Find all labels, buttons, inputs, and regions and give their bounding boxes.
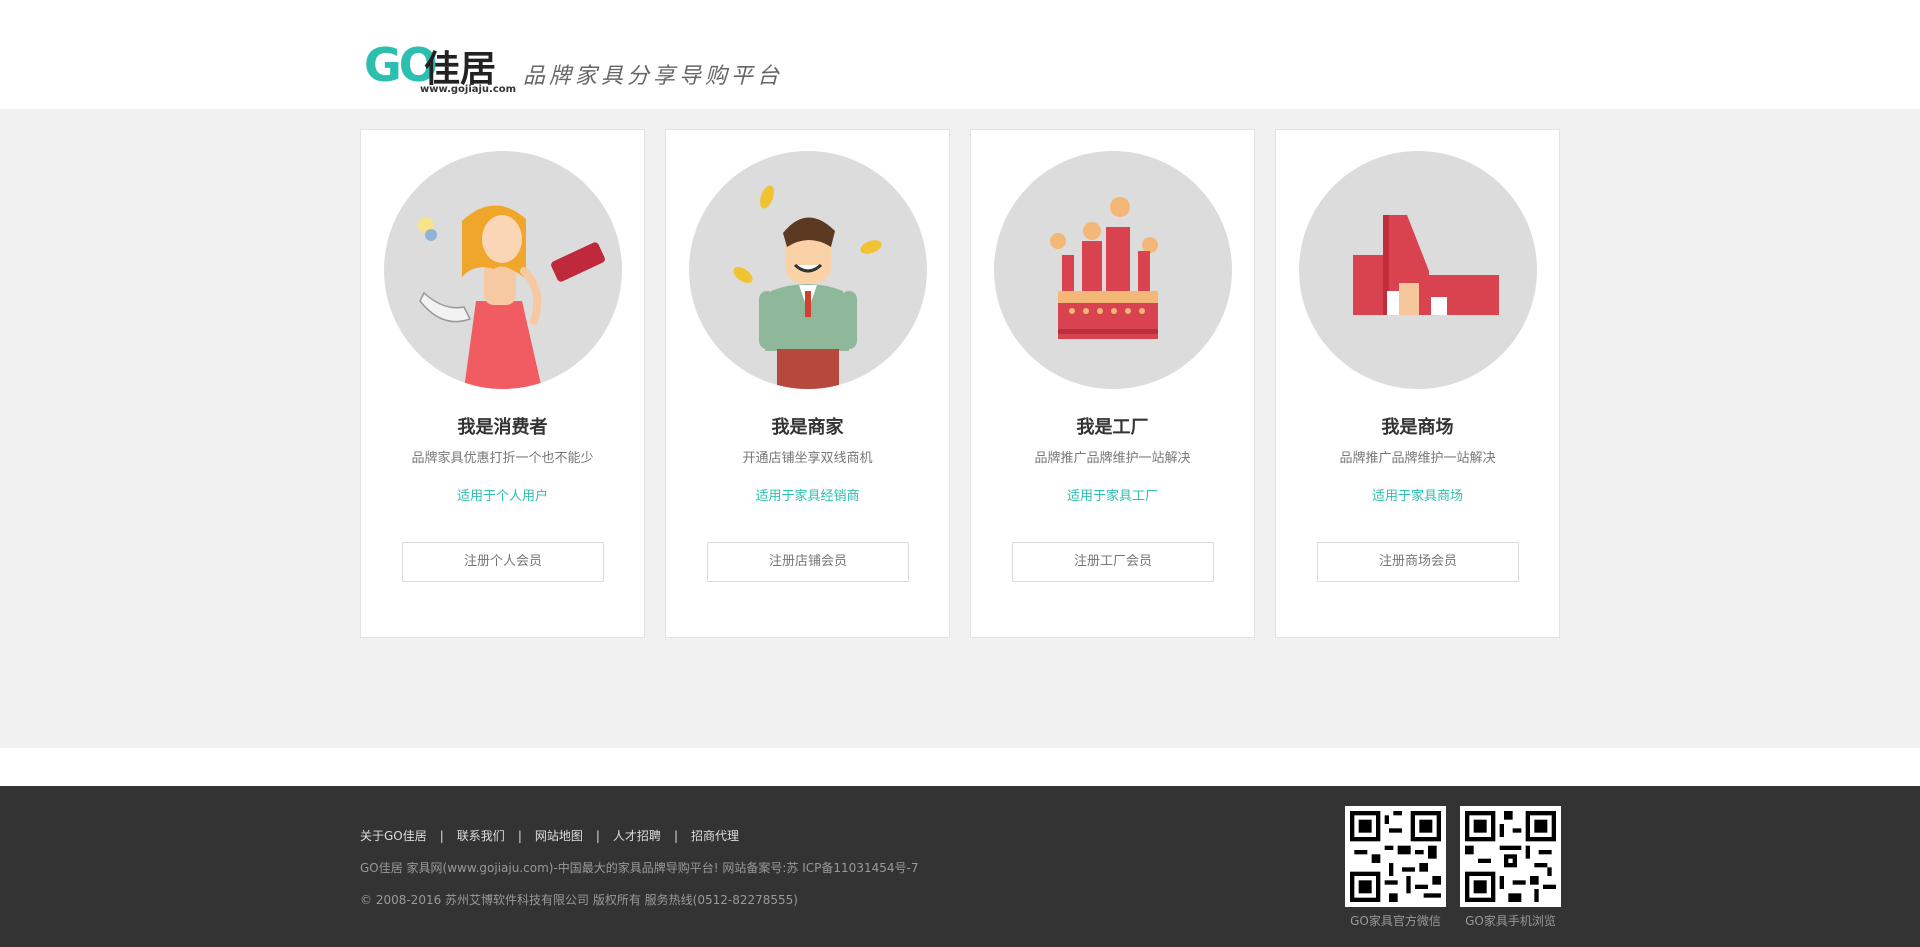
card-title: 我是商场 bbox=[1381, 417, 1454, 438]
card-title: 我是工厂 bbox=[1076, 417, 1149, 438]
merchant-illustration bbox=[689, 151, 927, 389]
factory-illustration bbox=[994, 151, 1232, 389]
card-description: 品牌推广品牌维护一站解决 bbox=[1339, 451, 1496, 466]
footer-copyright: © 2008-2016 苏州艾博软件科技有限公司 版权所有 服务热线(0512-… bbox=[360, 893, 798, 907]
site-footer: 关于GO佳居 | 联系我们 | 网站地图 | 人才招聘 | 招商代理 GO佳居 家具网(www.… bbox=[0, 786, 1920, 947]
merchant-card: 我是商家 开通店铺坐享双线商机 适用于家具经销商 注册店铺会员 bbox=[665, 129, 950, 638]
logo-url-text: www.gojiaju.com bbox=[420, 84, 517, 95]
site-header: GO 佳居 www.gojiaju.com 品牌家具分享导购平台 bbox=[0, 0, 1920, 109]
mall-card: 我是商场 品牌推广品牌维护一站解决 适用于家具商场 注册商场会员 bbox=[1275, 129, 1560, 638]
footer-link-about[interactable]: 关于GO佳居 bbox=[360, 829, 427, 843]
footer-separator: | bbox=[595, 829, 600, 843]
mobile-qr-code bbox=[1460, 806, 1561, 907]
card-audience-tag: 适用于个人用户 bbox=[456, 489, 548, 504]
consumer-illustration bbox=[384, 151, 622, 389]
qr-code-icon bbox=[1465, 811, 1556, 902]
wechat-qr-code bbox=[1345, 806, 1446, 907]
member-type-section: 我是消费者 品牌家具优惠打折一个也不能少 适用于个人用户 注册个人会员 我是商家… bbox=[0, 109, 1920, 748]
qr-code-icon bbox=[1350, 811, 1441, 902]
card-description: 品牌推广品牌维护一站解决 bbox=[1034, 451, 1191, 466]
card-audience-tag: 适用于家具经销商 bbox=[755, 489, 860, 504]
footer-separator: | bbox=[673, 829, 678, 843]
card-description: 开通店铺坐享双线商机 bbox=[742, 451, 873, 466]
consumer-card: 我是消费者 品牌家具优惠打折一个也不能少 适用于个人用户 注册个人会员 bbox=[360, 129, 645, 638]
register-store-button[interactable]: 注册店铺会员 bbox=[707, 542, 909, 582]
register-mall-button[interactable]: 注册商场会员 bbox=[1317, 542, 1519, 582]
register-personal-button[interactable]: 注册个人会员 bbox=[402, 542, 604, 582]
mall-illustration bbox=[1299, 151, 1537, 389]
footer-link-contact[interactable]: 联系我们 bbox=[457, 829, 505, 843]
card-audience-tag: 适用于家具商场 bbox=[1371, 489, 1463, 504]
merchant-man-icon bbox=[733, 185, 882, 389]
register-factory-button[interactable]: 注册工厂会员 bbox=[1012, 542, 1214, 582]
footer-separator: | bbox=[517, 829, 522, 843]
wechat-qr-label: GO家具官方微信 bbox=[1350, 914, 1441, 928]
card-description: 品牌家具优惠打折一个也不能少 bbox=[411, 451, 594, 466]
site-slogan: 品牌家具分享导购平台 bbox=[523, 64, 784, 89]
card-audience-tag: 适用于家具工厂 bbox=[1066, 489, 1158, 504]
footer-link-sitemap[interactable]: 网站地图 bbox=[535, 829, 583, 843]
mobile-qr-label: GO家具手机浏览 bbox=[1465, 914, 1556, 928]
mall-building-icon bbox=[1353, 215, 1499, 315]
footer-link-agency[interactable]: 招商代理 bbox=[691, 829, 739, 843]
footer-nav: 关于GO佳居 | 联系我们 | 网站地图 | 人才招聘 | 招商代理 bbox=[360, 827, 739, 844]
consumer-woman-icon bbox=[418, 205, 605, 389]
footer-icp-info: GO佳居 家具网(www.gojiaju.com)-中国最大的家具品牌导购平台!… bbox=[360, 861, 919, 875]
site-logo[interactable]: GO 佳居 www.gojiaju.com bbox=[358, 26, 516, 98]
footer-link-jobs[interactable]: 人才招聘 bbox=[613, 829, 661, 843]
factory-card: 我是工厂 品牌推广品牌维护一站解决 适用于家具工厂 注册工厂会员 bbox=[970, 129, 1255, 638]
card-title: 我是消费者 bbox=[457, 417, 548, 438]
card-title: 我是商家 bbox=[771, 417, 844, 438]
footer-separator: | bbox=[439, 829, 444, 843]
factory-icon bbox=[1050, 197, 1158, 339]
